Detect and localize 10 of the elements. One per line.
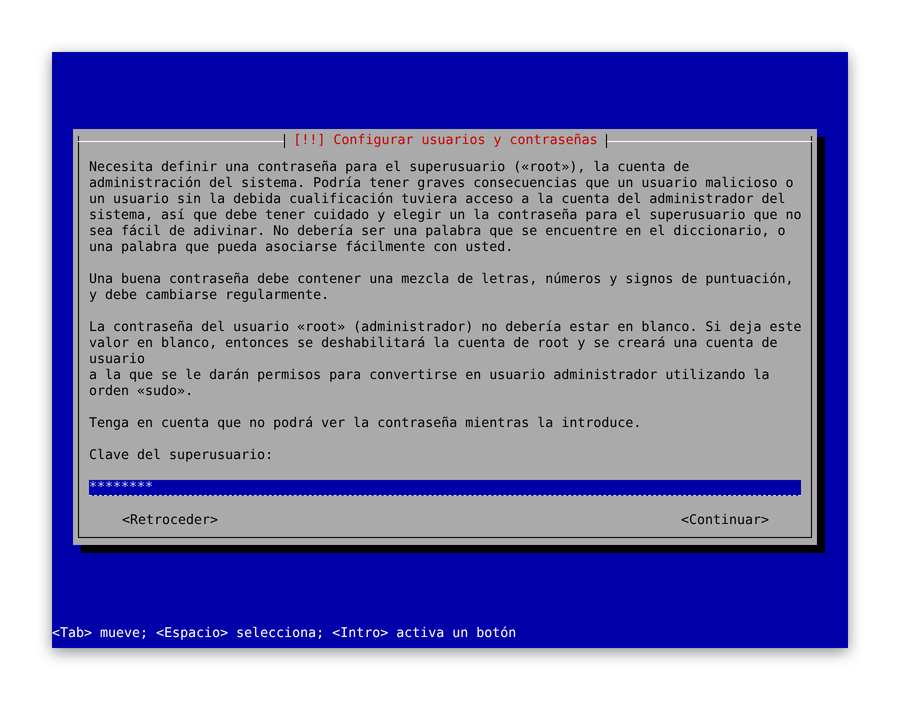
dialog-title: [!!] Configurar usuarios y contraseñas [284,134,607,148]
status-text: <Tab> mueve; <Espacio> selecciona; <Intro> activa un botón [52,626,516,642]
message-text: Una buena contraseña debe contener una mezcla de letras, números y signos de puntuación, y debe cambiarse regularmente. [89,272,794,304]
message-text: La contraseña del usuario «root» (administrador) no debería estar en blanco. Si deja este valor en blanco, entonces se deshabilitará la cuenta de root y se creará una cuenta de usuario a la que se le darán permisos para convertirse en usuario administrador utilizando la orden «sudo». [89,320,802,400]
password-field[interactable]: ******** [89,480,801,496]
field-label: Clave del superusuario: [89,448,274,464]
dialog-button[interactable]: <Retroceder> [122,513,218,529]
dialog-button[interactable]: <Continuar> [680,513,769,529]
message-text: Tenga en cuenta que no podrá ver la contraseña mientras la introduce. [89,416,642,432]
message-text: Necesita definir una contraseña para el superusuario («root»), la cuenta de administración del sistema. Podría tener graves consecuencias que un usuario malicioso o un usuario sin la debida cualificación tuviera acceso a la cuenta del administrador del sistema, así que debe tener cuidado y elegir un la contraseña para el superusuario que no sea fácil de adivinar. No debería ser una palabra que se encuentre en el diccionario, o una palabra que pueda asociarse fácilmente con usted. [89,160,802,256]
